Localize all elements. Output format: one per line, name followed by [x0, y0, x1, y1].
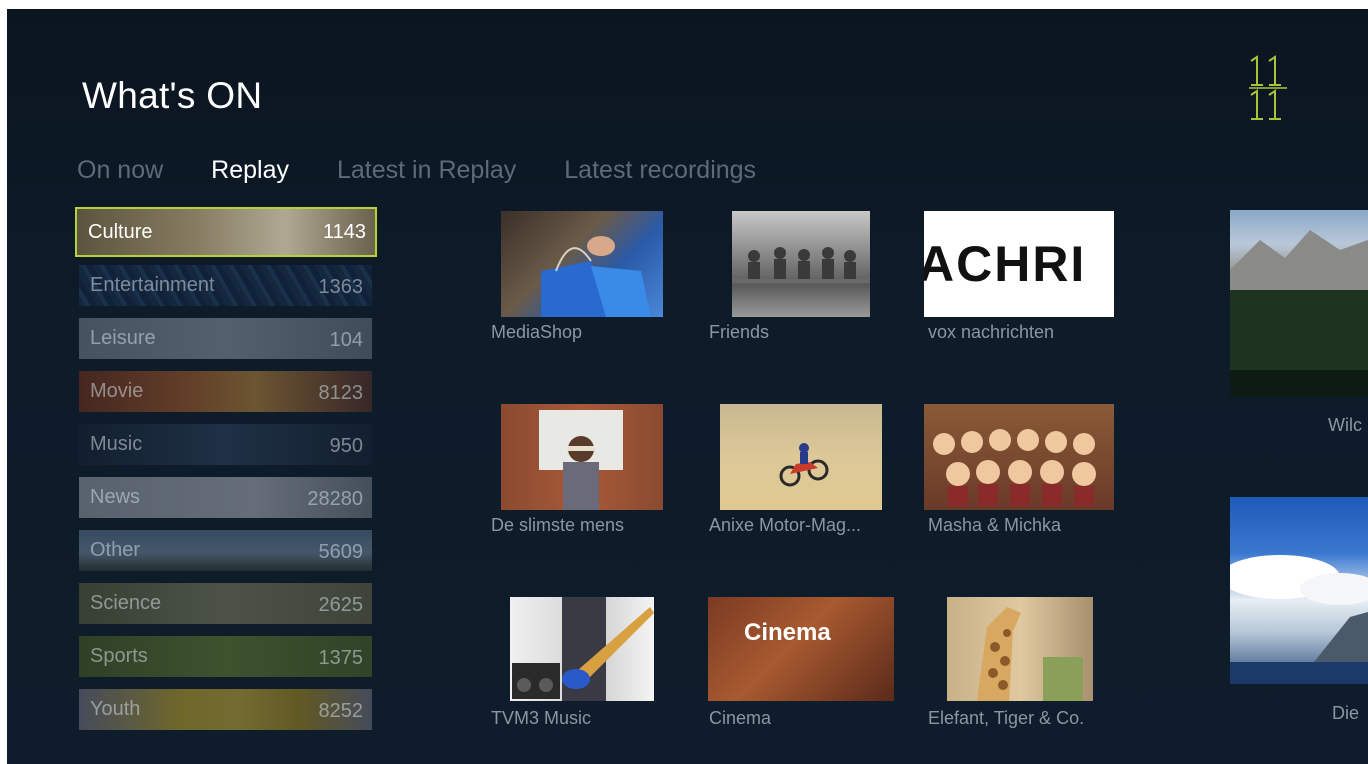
- thumbnail-text: Cinema: [744, 619, 831, 646]
- category-count: 950: [329, 435, 363, 457]
- motocross-image-icon: [779, 443, 829, 487]
- tab-latest-recordings[interactable]: Latest recordings: [564, 156, 756, 185]
- giraffe-image-icon: [977, 607, 1083, 701]
- side-program-title: Wilc: [1328, 415, 1362, 435]
- side-program-title: Die: [1332, 703, 1360, 723]
- program-title: Friends: [709, 322, 770, 342]
- page-title: What's ON: [82, 75, 263, 116]
- program-title: Masha & Michka: [928, 515, 1062, 535]
- category-label: Entertainment: [90, 274, 215, 296]
- masha-dolls-image-icon: [933, 429, 1096, 506]
- tab-bar: On now Replay Latest in Replay Latest re…: [77, 156, 804, 185]
- program-thumbnail[interactable]: [510, 597, 654, 701]
- program-thumbnail[interactable]: [732, 211, 870, 317]
- program-thumbnail[interactable]: Cinema: [708, 597, 894, 701]
- category-label: Youth: [90, 698, 141, 720]
- category-label: Other: [90, 539, 141, 561]
- program-thumbnail[interactable]: [924, 404, 1114, 510]
- category-count: 5609: [318, 541, 364, 563]
- thumbnail-text: ACHRI: [924, 236, 1087, 292]
- guitarist-image-icon: [512, 597, 654, 701]
- category-news[interactable]: News 28280: [79, 477, 372, 518]
- brand-logo-icon: [1249, 55, 1287, 120]
- program-thumbnail[interactable]: [720, 404, 882, 510]
- program-title: Elefant, Tiger & Co.: [928, 708, 1085, 728]
- category-label: Sports: [90, 645, 148, 667]
- side-program-thumbnail[interactable]: [1230, 497, 1368, 684]
- tv-screen: What's ON On now Replay Latest in Replay…: [7, 9, 1368, 764]
- tab-latest-in-replay[interactable]: Latest in Replay: [337, 156, 516, 185]
- category-count: 28280: [307, 488, 363, 510]
- category-count: 1375: [318, 647, 364, 669]
- category-count: 2625: [318, 594, 364, 616]
- side-program-thumbnail[interactable]: [1230, 210, 1368, 397]
- category-count: 104: [329, 329, 363, 351]
- category-other[interactable]: Other 5609: [79, 530, 372, 571]
- category-movie[interactable]: Movie 8123: [79, 371, 372, 412]
- program-title: TVM3 Music: [491, 708, 592, 728]
- category-count: 8123: [318, 382, 364, 404]
- friends-cast-image-icon: [732, 247, 870, 283]
- program-thumbnail[interactable]: [501, 404, 663, 510]
- category-music[interactable]: Music 950: [79, 424, 372, 465]
- category-count: 1143: [322, 221, 366, 243]
- tab-on-now[interactable]: On now: [77, 156, 163, 185]
- category-count: 1363: [318, 276, 364, 298]
- tab-replay[interactable]: Replay: [211, 156, 289, 185]
- category-label: Music: [90, 433, 143, 455]
- category-count: 8252: [318, 700, 364, 722]
- program-thumbnail[interactable]: ACHRI: [924, 211, 1114, 317]
- category-label: Culture: [88, 221, 153, 243]
- category-entertainment[interactable]: Entertainment 1363: [79, 265, 372, 306]
- program-title: MediaShop: [491, 322, 583, 342]
- program-title: vox nachrichten: [928, 322, 1055, 342]
- category-leisure[interactable]: Leisure 104: [79, 318, 372, 359]
- cliffs-sky-image-icon: [1230, 555, 1368, 684]
- category-culture[interactable]: Culture 1143: [75, 207, 377, 257]
- blindfolded-person-image-icon: [539, 410, 623, 510]
- category-label: Leisure: [90, 327, 156, 349]
- program-title: Cinema: [709, 708, 772, 728]
- program-thumbnail[interactable]: [501, 211, 663, 317]
- program-title: De slimste mens: [491, 515, 625, 535]
- category-youth[interactable]: Youth 8252: [79, 689, 372, 730]
- category-science[interactable]: Science 2625: [79, 583, 372, 624]
- category-sports[interactable]: Sports 1375: [79, 636, 372, 677]
- category-label: Movie: [90, 380, 144, 402]
- category-label: News: [90, 486, 141, 508]
- mountain-lake-image-icon: [1230, 230, 1368, 397]
- program-title: Anixe Motor-Mag...: [709, 515, 862, 535]
- shopping-bags-icon: [541, 236, 651, 317]
- category-label: Science: [90, 592, 162, 614]
- program-thumbnail[interactable]: [947, 597, 1093, 701]
